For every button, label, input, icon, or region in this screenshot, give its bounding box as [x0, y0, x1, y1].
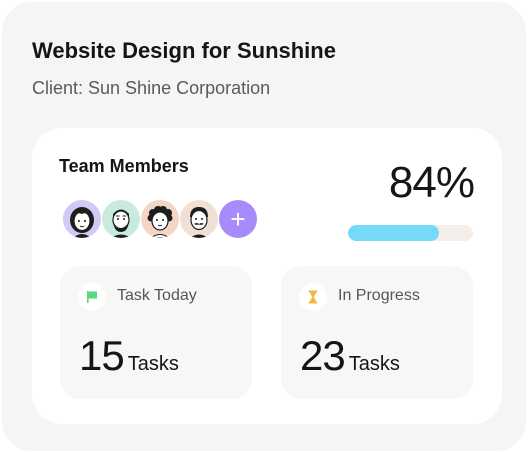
team-members-label: Team Members: [59, 156, 189, 176]
add-member-button[interactable]: +: [219, 200, 257, 238]
in-progress-count: 23: [300, 332, 346, 379]
in-progress-unit: Tasks: [348, 353, 400, 375]
progress-bar: [348, 225, 473, 241]
task-today-label: Task Today: [117, 287, 197, 304]
project-title: Website Design for Sunshine: [32, 38, 336, 63]
bearded-man-avatar-icon[interactable]: [102, 200, 140, 238]
in-progress-value: 23 Tasks: [300, 332, 400, 380]
in-progress-card[interactable]: In Progress 23 Tasks: [281, 266, 473, 399]
hourglass-icon: [299, 283, 327, 311]
in-progress-label: In Progress: [338, 287, 420, 304]
flag-icon: [78, 283, 106, 311]
task-today-value: 15 Tasks: [79, 332, 179, 380]
completion-percent: 84%: [388, 158, 475, 207]
project-card[interactable]: Website Design for Sunshine Client: Sun …: [2, 2, 526, 451]
mustache-man-avatar-icon[interactable]: [180, 200, 218, 238]
curly-hair-avatar-icon[interactable]: [141, 200, 179, 238]
task-today-card[interactable]: Task Today 15 Tasks: [60, 266, 252, 399]
woman-avatar-icon[interactable]: [63, 200, 101, 238]
project-summary-panel: Team Members + 84% Task Today 15 Tasks I…: [32, 128, 502, 424]
client-name: Client: Sun Shine Corporation: [32, 78, 271, 98]
task-today-count: 15: [79, 332, 125, 379]
task-today-unit: Tasks: [127, 353, 179, 375]
progress-bar-fill: [348, 225, 440, 241]
